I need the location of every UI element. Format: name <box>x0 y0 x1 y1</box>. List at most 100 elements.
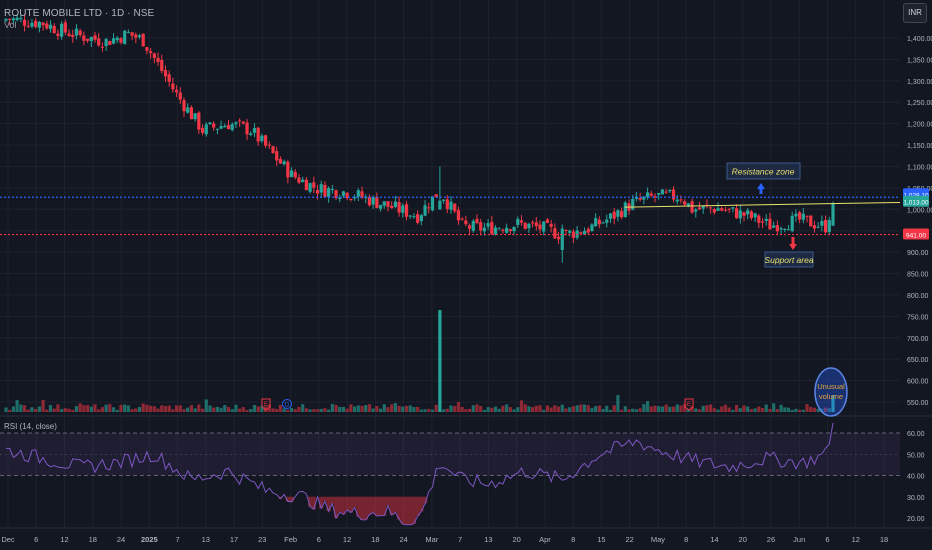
volume-bar <box>467 408 472 412</box>
volume-bar <box>108 404 112 412</box>
volume-bar <box>449 405 453 412</box>
volume-bar <box>93 404 97 412</box>
symbol-title: ROUTE MOBILE LTD · 1D · NSE <box>4 8 155 19</box>
volume-bar <box>664 404 668 412</box>
volume-bar <box>731 409 735 412</box>
candle-body <box>694 209 698 212</box>
candle-body <box>675 199 679 202</box>
candle-body <box>438 200 442 210</box>
candle-body <box>820 221 824 226</box>
volume-bar <box>723 404 728 412</box>
candle-body <box>397 202 401 213</box>
volume-bar <box>712 408 716 412</box>
event-marker-label: D <box>285 403 290 409</box>
candle-body <box>416 214 420 223</box>
candle-body <box>501 229 505 232</box>
volume-bar <box>382 404 386 412</box>
volume-bar <box>178 405 182 412</box>
candle-body <box>182 100 186 112</box>
price-tick-label: 1,300.00 <box>907 79 932 86</box>
candle-body <box>37 21 41 28</box>
candle-body <box>523 222 527 229</box>
candle-body <box>519 220 524 223</box>
volume-bar <box>371 408 375 412</box>
candle-body <box>323 184 327 197</box>
volume-bar <box>779 404 783 412</box>
volume-bar <box>212 407 216 412</box>
currency-button[interactable]: INR <box>903 3 927 23</box>
candle-body <box>111 38 116 44</box>
volume-bar <box>601 408 605 412</box>
volume-bar <box>397 405 401 412</box>
candle-body <box>178 92 182 100</box>
volume-label: Vol <box>4 20 17 30</box>
volume-bar <box>282 408 286 412</box>
volume-bar <box>809 406 813 412</box>
candle-body <box>278 158 283 164</box>
volume-bar <box>289 407 294 412</box>
price-chart[interactable]: Dec 6 12 18 24 2025 7 13 17 23 Feb 6 12 18 24 Mar 7 13 20 A… <box>0 0 932 550</box>
volume-bar <box>338 406 342 412</box>
volume-bar <box>89 406 93 412</box>
candle-body <box>282 161 286 165</box>
volume-bar <box>705 405 709 412</box>
candle-body <box>160 59 164 71</box>
volume-bar <box>582 404 587 412</box>
volume-bar <box>208 405 212 412</box>
volume-bar <box>427 408 431 412</box>
volume-bar <box>760 408 765 412</box>
volume-bar <box>768 408 772 412</box>
candle-body <box>683 201 687 205</box>
candles <box>4 14 835 263</box>
unusual-volume-label: Unusual <box>817 382 845 391</box>
volume-bars <box>4 310 835 412</box>
volume-bar <box>34 409 38 412</box>
up-arrow-icon <box>757 183 765 194</box>
candle-body <box>241 121 245 124</box>
volume-bar <box>764 404 768 412</box>
time-tick-label: 18 <box>89 535 97 544</box>
volume-bar <box>490 407 494 412</box>
candle-body <box>263 135 268 146</box>
candle-body <box>612 211 616 219</box>
candle-body <box>679 199 683 201</box>
volume-bar <box>11 406 16 412</box>
volume-bar <box>442 409 446 412</box>
volume-bar <box>156 408 160 412</box>
candle-body <box>605 219 609 223</box>
candle-body <box>145 47 149 51</box>
time-tick-label: 12 <box>852 535 860 544</box>
volume-bar <box>100 407 105 412</box>
candle-body <box>786 229 791 231</box>
candle-body <box>427 207 431 209</box>
candle-body <box>193 113 197 120</box>
volume-bar <box>315 409 320 412</box>
time-tick-label: 24 <box>399 535 407 544</box>
candle-body <box>727 208 731 210</box>
volume-bar <box>660 406 665 412</box>
volume-bar <box>249 408 253 412</box>
candle-body <box>497 228 501 230</box>
volume-bar <box>775 409 779 412</box>
volume-bar <box>668 406 672 412</box>
volume-bar <box>801 409 805 412</box>
volume-bar <box>701 405 705 412</box>
candle-body <box>486 223 490 227</box>
price-tick-label: 1,400.00 <box>907 36 932 43</box>
volume-bar <box>605 405 609 412</box>
volume-bar <box>30 407 34 412</box>
volume-bar <box>794 408 798 412</box>
volume-bar <box>278 404 283 412</box>
candle-body <box>423 205 427 216</box>
rsi-tick-label: 50.00 <box>907 452 925 459</box>
volume-bar <box>137 406 142 412</box>
candle-body <box>779 228 783 230</box>
candle-body <box>404 204 409 217</box>
candle-body <box>60 23 64 37</box>
candle-body <box>149 51 153 54</box>
volume-bar <box>390 404 394 412</box>
candle-body <box>412 216 416 218</box>
price-tick-label: 1,100.00 <box>907 164 932 171</box>
candle-body <box>223 125 227 128</box>
volume-bar <box>560 404 564 412</box>
